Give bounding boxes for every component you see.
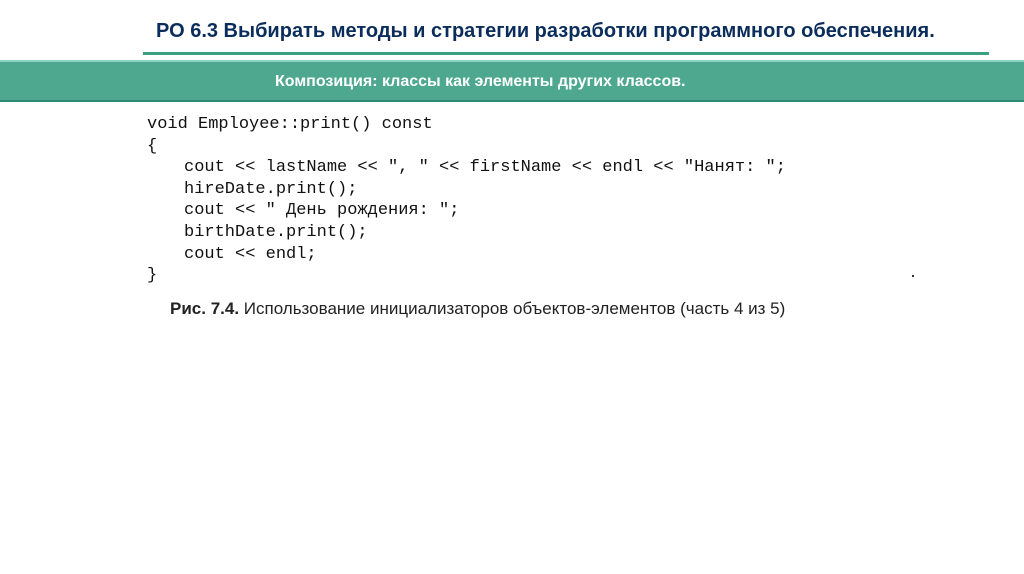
code-listing: void Employee::print() const { cout << l…	[147, 114, 927, 287]
slide-title: РО 6.3 Выбирать методы и стратегии разра…	[156, 20, 935, 42]
code-line: birthDate.print();	[184, 222, 368, 242]
banner-text: Композиция: классы как элементы других к…	[275, 73, 686, 90]
code-line: {	[147, 136, 158, 156]
stray-dot	[912, 275, 914, 277]
title-underline	[143, 52, 989, 55]
caption-label: Рис. 7.4.	[170, 299, 240, 318]
code-line: cout << " День рождения: ";	[184, 201, 460, 221]
code-line: cout << lastName << ", " << firstName <<…	[184, 158, 786, 178]
code-line: }	[147, 266, 158, 286]
code-line: void Employee::print() const	[147, 115, 433, 134]
caption-text: Использование инициализаторов объектов-э…	[239, 299, 786, 318]
code-line: hireDate.print();	[184, 179, 358, 199]
figure-caption: Рис. 7.4. Использование инициализаторов …	[170, 297, 785, 321]
code-line: cout << endl;	[184, 244, 317, 264]
section-banner: Композиция: классы как элементы других к…	[0, 60, 1024, 102]
